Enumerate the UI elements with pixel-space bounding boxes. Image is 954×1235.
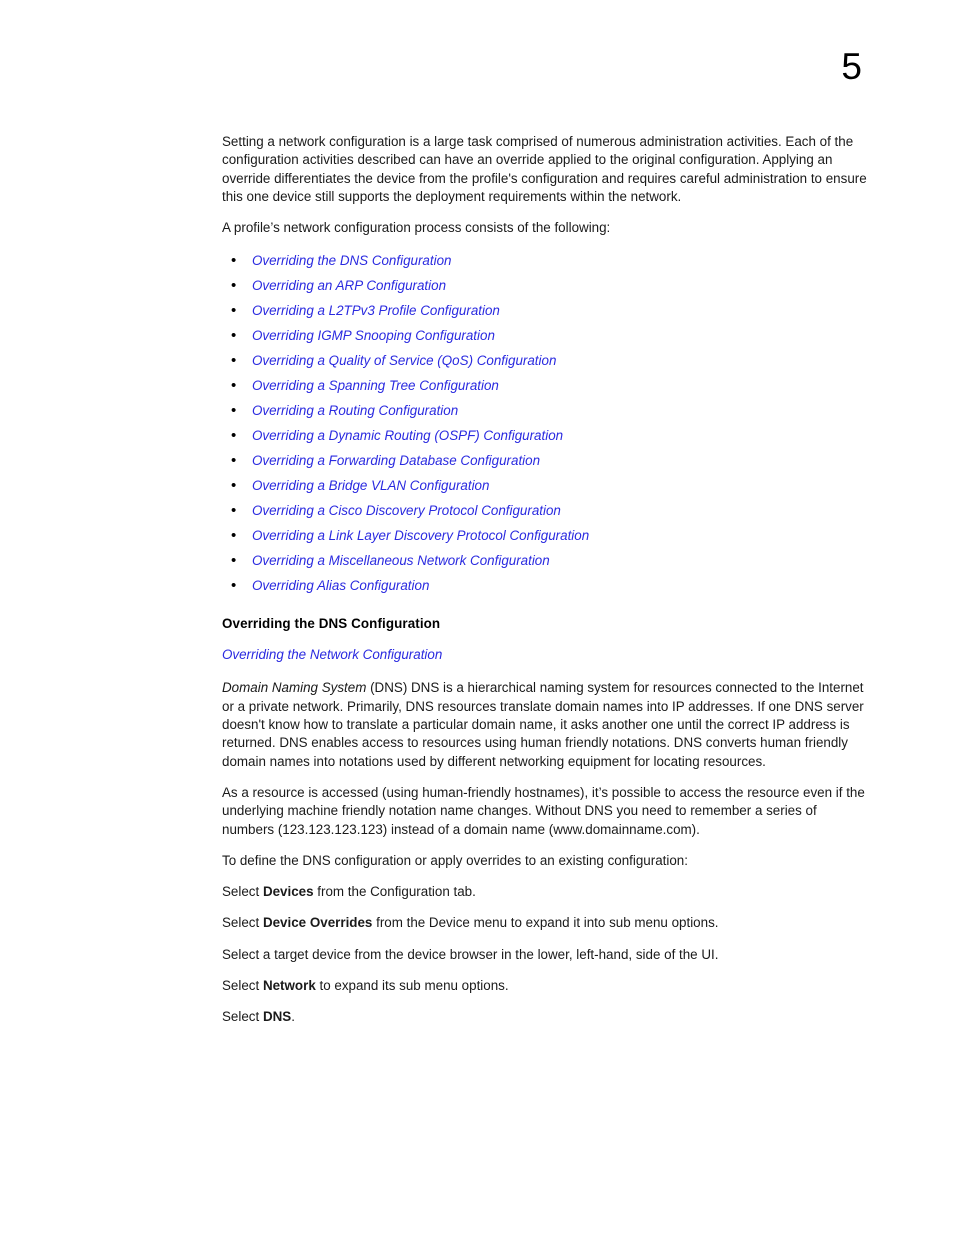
list-item: • Overriding a Cisco Discovery Protocol …: [222, 498, 870, 523]
step-select-devices: Select Devices from the Configuration ta…: [222, 883, 870, 901]
step5-emphasis: DNS: [262, 1009, 292, 1025]
step1-prefix: Select: [222, 884, 263, 900]
list-item: • Overriding Alias Configuration: [222, 573, 870, 598]
step-select-target-device: Select a target device from the device b…: [222, 946, 719, 962]
bullet-icon: •: [231, 527, 237, 545]
xref-link-l2tpv3[interactable]: Overriding a L2TPv3 Profile Configuratio…: [252, 303, 500, 318]
xref-link-bridge-vlan[interactable]: Overriding a Bridge VLAN Configuration: [252, 478, 489, 493]
procedure-steps: Select Devices from the Configuration ta…: [222, 883, 870, 1026]
step4-suffix: to expand its sub menu options.: [315, 978, 509, 994]
bullet-icon: •: [231, 327, 237, 345]
section-heading-dns: Overriding the DNS Configuration: [222, 616, 441, 632]
dns-term-italic: Domain Naming System: [222, 680, 367, 696]
intro-paragraph-1: Setting a network configuration is a lar…: [222, 134, 867, 204]
xref-link-igmp-snooping[interactable]: Overriding IGMP Snooping Configuration: [252, 328, 495, 343]
bullet-icon: •: [231, 377, 237, 395]
step1-suffix: from the Configuration tab.: [313, 884, 476, 900]
xref-link-miscellaneous-network[interactable]: Overriding a Miscellaneous Network Confi…: [252, 553, 550, 568]
document-page: 5 Setting a network configuration is a l…: [0, 0, 954, 1235]
bullet-icon: •: [231, 552, 237, 570]
bullet-icon: •: [231, 402, 237, 420]
list-item: • Overriding the DNS Configuration: [222, 248, 870, 273]
step-select-device-overrides: Select Device Overrides from the Device …: [222, 914, 870, 932]
xref-link-dns[interactable]: Overriding the DNS Configuration: [252, 253, 451, 268]
list-item: • Overriding IGMP Snooping Configuration: [222, 323, 870, 348]
list-item: • Overriding a Miscellaneous Network Con…: [222, 548, 870, 573]
step5-suffix: .: [291, 1009, 295, 1025]
step2-suffix: from the Device menu to expand it into s…: [372, 915, 719, 931]
bullet-icon: •: [231, 477, 237, 495]
list-item: • Overriding a L2TPv3 Profile Configurat…: [222, 298, 870, 323]
bullet-icon: •: [231, 427, 237, 445]
step-select-dns: Select DNS.: [222, 1008, 870, 1026]
page-number: 5: [841, 46, 862, 87]
xref-link-forwarding-database[interactable]: Overriding a Forwarding Database Configu…: [252, 453, 540, 468]
list-item: • Overriding a Link Layer Discovery Prot…: [222, 523, 870, 548]
step4-emphasis: Network: [262, 978, 316, 994]
bullet-icon: •: [231, 502, 237, 520]
bullet-icon: •: [231, 352, 237, 370]
steps-intro-paragraph: To define the DNS configuration or apply…: [222, 852, 688, 868]
dns-resource-paragraph: As a resource is accessed (using human-f…: [222, 784, 865, 837]
xref-link-ospf[interactable]: Overriding a Dynamic Routing (OSPF) Conf…: [252, 428, 563, 443]
step2-prefix: Select: [222, 915, 263, 931]
bullet-icon: •: [231, 302, 237, 320]
intro-paragraph-2: A profile’s network configuration proces…: [222, 220, 611, 236]
xref-link-arp[interactable]: Overriding an ARP Configuration: [252, 278, 446, 293]
parent-section-link-line: Overriding the Network Configuration: [222, 646, 870, 664]
xref-link-routing[interactable]: Overriding a Routing Configuration: [252, 403, 458, 418]
step5-prefix: Select: [222, 1009, 263, 1025]
bullet-icon: •: [231, 577, 237, 595]
step2-emphasis: Device Overrides: [262, 915, 373, 931]
list-item: • Overriding a Quality of Service (QoS) …: [222, 348, 870, 373]
xref-link-spanning-tree[interactable]: Overriding a Spanning Tree Configuration: [252, 378, 499, 393]
xref-link-alias[interactable]: Overriding Alias Configuration: [252, 578, 429, 593]
xref-link-qos[interactable]: Overriding a Quality of Service (QoS) Co…: [252, 353, 556, 368]
list-item: • Overriding a Routing Configuration: [222, 398, 870, 423]
step-select-network: Select Network to expand its sub menu op…: [222, 977, 870, 995]
list-item: • Overriding a Dynamic Routing (OSPF) Co…: [222, 423, 870, 448]
list-item: • Overriding a Spanning Tree Configurati…: [222, 373, 870, 398]
step1-emphasis: Devices: [262, 884, 314, 900]
list-item: • Overriding an ARP Configuration: [222, 273, 870, 298]
page-content: Setting a network configuration is a lar…: [222, 133, 870, 1027]
list-item: • Overriding a Forwarding Database Confi…: [222, 448, 870, 473]
xref-link-network-configuration[interactable]: Overriding the Network Configuration: [222, 647, 442, 662]
bullet-icon: •: [231, 252, 237, 270]
xref-link-cisco-discovery-protocol[interactable]: Overriding a Cisco Discovery Protocol Co…: [252, 503, 561, 518]
bullet-icon: •: [231, 277, 237, 295]
step4-prefix: Select: [222, 978, 263, 994]
list-item: • Overriding a Bridge VLAN Configuration: [222, 473, 870, 498]
xref-link-link-layer-discovery-protocol[interactable]: Overriding a Link Layer Discovery Protoc…: [252, 528, 589, 543]
bullet-icon: •: [231, 452, 237, 470]
dns-definition-paragraph: Domain Naming System (DNS) DNS is a hier…: [222, 679, 870, 770]
cross-reference-list: • Overriding the DNS Configuration • Ove…: [222, 248, 870, 598]
